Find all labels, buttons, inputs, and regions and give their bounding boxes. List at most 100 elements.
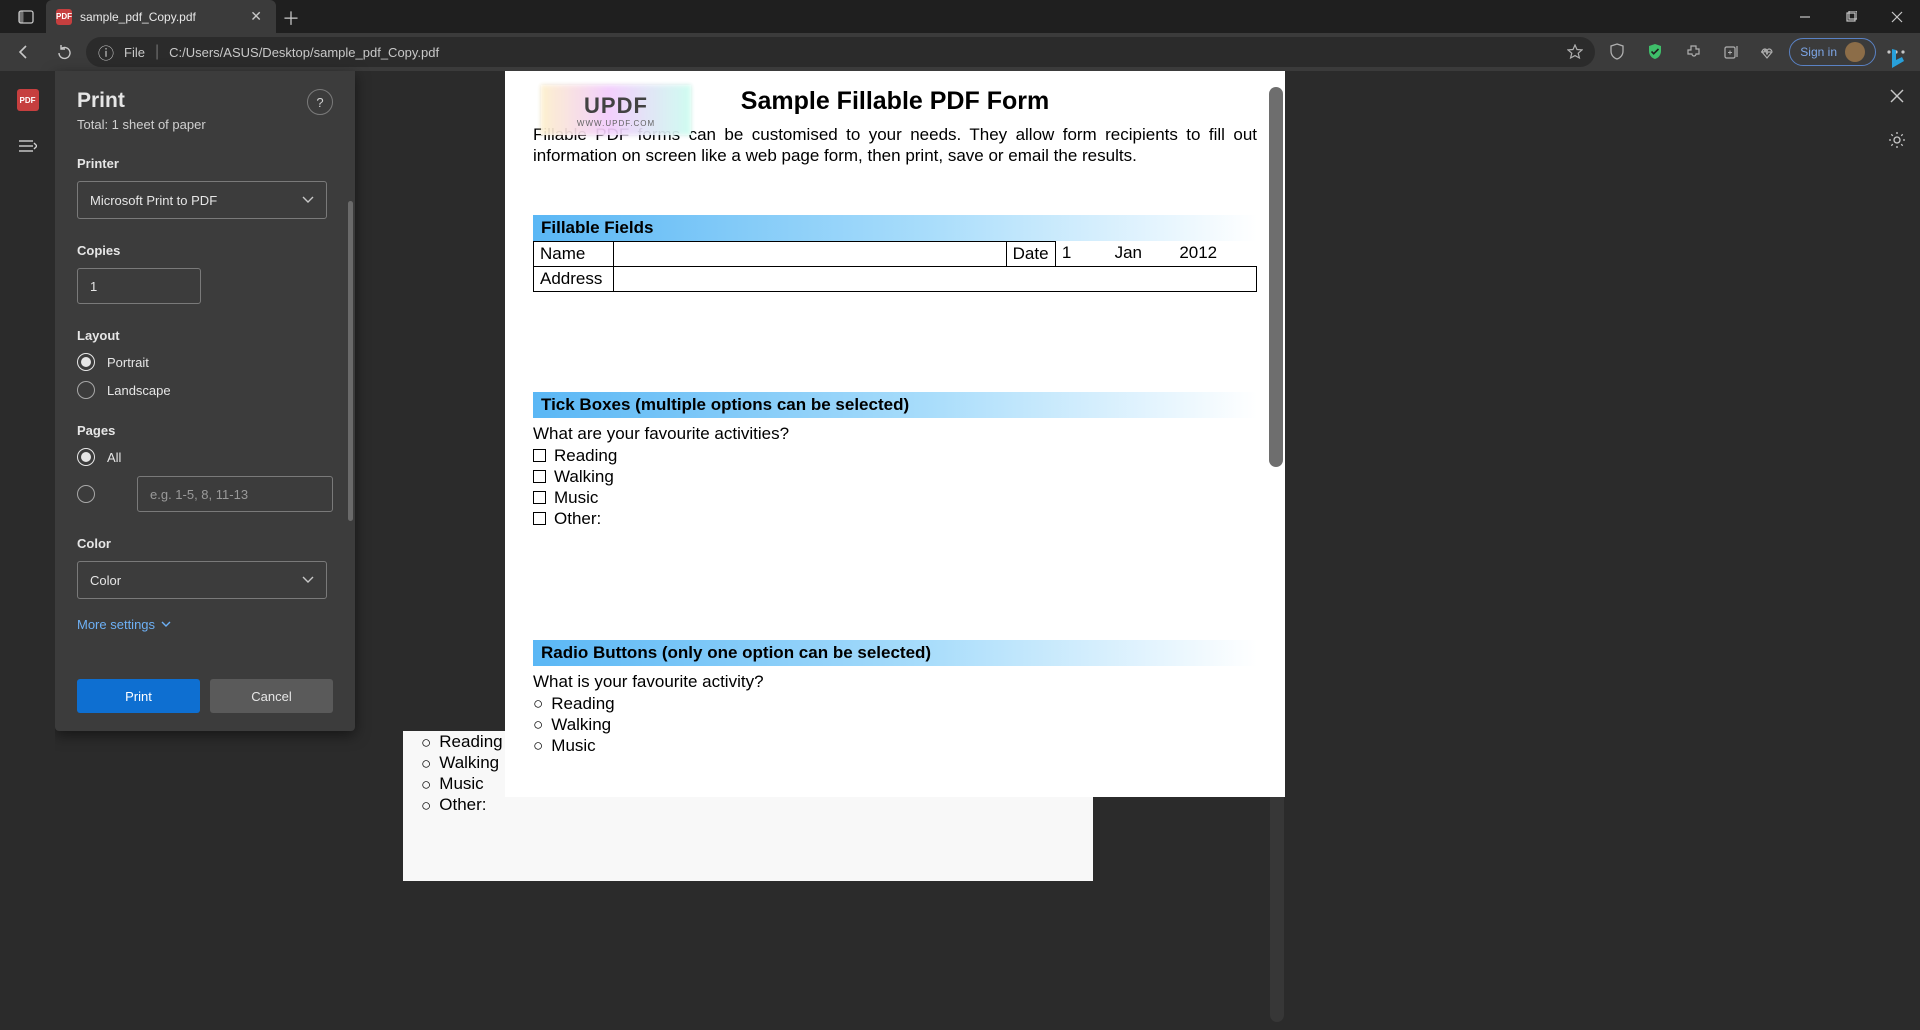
radio-option[interactable]: ○Music xyxy=(533,736,1257,756)
date-day[interactable]: 1 xyxy=(1062,243,1110,263)
checkbox-icon xyxy=(533,512,546,525)
chevron-down-icon xyxy=(161,621,171,628)
print-preview: UPDF WWW.UPDF.COM Sample Fillable PDF Fo… xyxy=(505,71,1285,1030)
window-minimize-button[interactable] xyxy=(1782,0,1828,33)
preview-scrollbar-track[interactable] xyxy=(1270,79,1284,1022)
collections-icon[interactable] xyxy=(1713,36,1749,68)
pages-range-placeholder: e.g. 1-5, 8, 11-13 xyxy=(150,487,248,502)
copies-label: Copies xyxy=(77,243,333,258)
tab-close-button[interactable]: ✕ xyxy=(246,8,266,25)
preview-page: UPDF WWW.UPDF.COM Sample Fillable PDF Fo… xyxy=(505,71,1285,797)
tracking-prevention-icon[interactable] xyxy=(1599,36,1635,68)
table-row: Address xyxy=(534,266,1257,291)
chevron-down-icon xyxy=(302,576,314,584)
url-divider: | xyxy=(155,43,159,61)
pages-all-label: All xyxy=(107,450,121,465)
section-tick-header: Tick Boxes (multiple options can be sele… xyxy=(533,392,1257,418)
avatar-icon xyxy=(1845,42,1865,62)
date-month[interactable]: Jan xyxy=(1115,243,1175,263)
layout-landscape-label: Landscape xyxy=(107,383,171,398)
sign-in-button[interactable]: Sign in xyxy=(1789,38,1876,66)
favorite-icon[interactable] xyxy=(1567,44,1583,60)
window-close-button[interactable] xyxy=(1874,0,1920,33)
layout-portrait-option[interactable]: Portrait xyxy=(77,353,333,371)
sign-in-label: Sign in xyxy=(1800,45,1837,59)
print-button[interactable]: Print xyxy=(77,679,200,713)
tick-option[interactable]: Other: xyxy=(533,509,1257,529)
tick-option[interactable]: Reading xyxy=(533,446,1257,466)
layout-portrait-label: Portrait xyxy=(107,355,149,370)
more-settings-label: More settings xyxy=(77,617,155,632)
pages-custom-option[interactable]: e.g. 1-5, 8, 11-13 xyxy=(77,476,333,512)
radio-icon xyxy=(77,448,95,466)
tab-actions-button[interactable] xyxy=(6,0,46,33)
radio-icon xyxy=(77,353,95,371)
print-help-button[interactable]: ? xyxy=(307,89,333,115)
extensions-icon[interactable] xyxy=(1675,36,1711,68)
radio-option[interactable]: ○Reading xyxy=(533,694,1257,714)
more-settings-toggle[interactable]: More settings xyxy=(77,617,333,632)
watermark-sub: WWW.UPDF.COM xyxy=(577,119,655,128)
watermark-brand: UPDF xyxy=(584,93,648,119)
date-year[interactable]: 2012 xyxy=(1179,243,1239,263)
layout-label: Layout xyxy=(77,328,333,343)
site-info-icon[interactable]: ⓘ xyxy=(98,40,114,64)
name-label: Name xyxy=(534,241,614,266)
name-field[interactable] xyxy=(614,241,1006,266)
wellness-icon[interactable] xyxy=(1751,36,1787,68)
printer-label: Printer xyxy=(77,156,333,171)
url-scheme: File xyxy=(124,45,145,60)
address-field[interactable] xyxy=(614,266,1257,291)
adblock-shield-icon[interactable] xyxy=(1637,36,1673,68)
pdf-document-icon: PDF xyxy=(17,89,39,111)
tab-title: sample_pdf_Copy.pdf xyxy=(80,10,238,24)
print-subtitle: Total: 1 sheet of paper xyxy=(77,117,206,132)
checkbox-icon xyxy=(533,491,546,504)
checkbox-icon xyxy=(533,470,546,483)
print-dialog: Print Total: 1 sheet of paper ? Printer … xyxy=(55,71,355,731)
print-button-label: Print xyxy=(125,689,152,704)
color-label: Color xyxy=(77,536,333,551)
radio-icon: ○ xyxy=(533,695,543,712)
cancel-button[interactable]: Cancel xyxy=(210,679,333,713)
chevron-down-icon xyxy=(302,196,314,204)
close-preview-button[interactable] xyxy=(1890,89,1904,103)
url-path: C:/Users/ASUS/Desktop/sample_pdf_Copy.pd… xyxy=(169,45,439,60)
window-maximize-button[interactable] xyxy=(1828,0,1874,33)
watermark: UPDF WWW.UPDF.COM xyxy=(541,85,691,135)
nav-refresh-button[interactable] xyxy=(46,36,82,68)
printer-value: Microsoft Print to PDF xyxy=(90,193,217,208)
color-value: Color xyxy=(90,573,121,588)
nav-back-button[interactable] xyxy=(6,36,42,68)
copies-input[interactable]: 1 xyxy=(77,268,201,304)
printer-select[interactable]: Microsoft Print to PDF xyxy=(77,181,327,219)
checkbox-icon xyxy=(533,449,546,462)
pages-label: Pages xyxy=(77,423,333,438)
radio-icon xyxy=(77,381,95,399)
toc-icon[interactable] xyxy=(19,139,37,153)
pages-all-option[interactable]: All xyxy=(77,448,333,466)
preview-scrollbar-thumb[interactable] xyxy=(1269,87,1283,467)
print-panel-scrollbar[interactable] xyxy=(348,201,353,521)
tick-option[interactable]: Music xyxy=(533,488,1257,508)
radio-question: What is your favourite activity? xyxy=(533,672,1257,692)
tick-option[interactable]: Walking xyxy=(533,467,1257,487)
address-label: Address xyxy=(534,266,614,291)
radio-icon: ○ xyxy=(533,716,543,733)
settings-gear-icon[interactable] xyxy=(1888,131,1906,149)
print-dialog-body[interactable]: Print Total: 1 sheet of paper ? Printer … xyxy=(55,71,355,665)
radio-option[interactable]: ○Walking xyxy=(533,715,1257,735)
address-bar[interactable]: ⓘ File | C:/Users/ASUS/Desktop/sample_pd… xyxy=(86,37,1595,67)
radio-icon: ○ xyxy=(533,737,543,754)
cancel-button-label: Cancel xyxy=(251,689,291,704)
fillable-fields-table: Name Date 1 Jan 2012 Address xyxy=(533,241,1257,292)
pages-range-input[interactable]: e.g. 1-5, 8, 11-13 xyxy=(137,476,333,512)
color-select[interactable]: Color xyxy=(77,561,327,599)
layout-landscape-option[interactable]: Landscape xyxy=(77,381,333,399)
date-label: Date xyxy=(1006,241,1055,266)
table-row: Name Date 1 Jan 2012 xyxy=(534,241,1257,266)
new-tab-button[interactable]: ＋ xyxy=(276,3,306,33)
copies-value: 1 xyxy=(90,279,97,294)
tick-question: What are your favourite activities? xyxy=(533,424,1257,444)
browser-tab[interactable]: PDF sample_pdf_Copy.pdf ✕ xyxy=(46,0,276,33)
